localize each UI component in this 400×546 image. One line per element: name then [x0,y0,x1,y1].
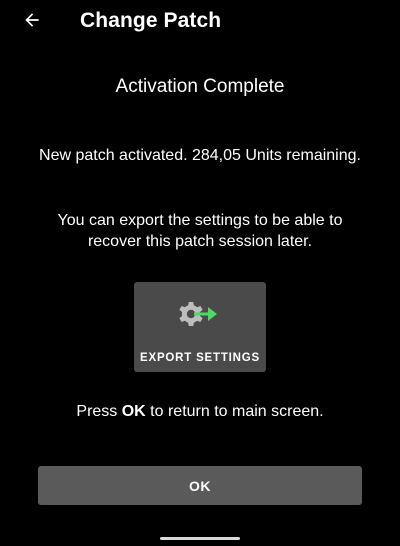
gear-export-icon [179,302,217,326]
ok-button[interactable]: OK [38,466,362,505]
press-prefix: Press [76,403,122,420]
press-ok-bold: OK [121,403,146,420]
patch-status-message: New patch activated. 284,05 Units remain… [39,147,361,164]
export-settings-label: EXPORT SETTINGS [140,352,260,364]
gesture-nav-handle[interactable] [160,537,240,540]
page-title: Change Patch [80,9,222,32]
export-settings-button[interactable]: EXPORT SETTINGS [134,282,266,372]
app-bar: Change Patch [0,0,400,44]
export-info-message: You can export the settings to be able t… [57,212,343,250]
back-button[interactable] [18,6,46,34]
activation-complete-heading: Activation Complete [115,76,285,97]
arrow-left-icon [25,13,39,27]
press-ok-instruction: Press OK to return to main screen. [0,403,400,421]
press-suffix: to return to main screen. [145,403,324,420]
